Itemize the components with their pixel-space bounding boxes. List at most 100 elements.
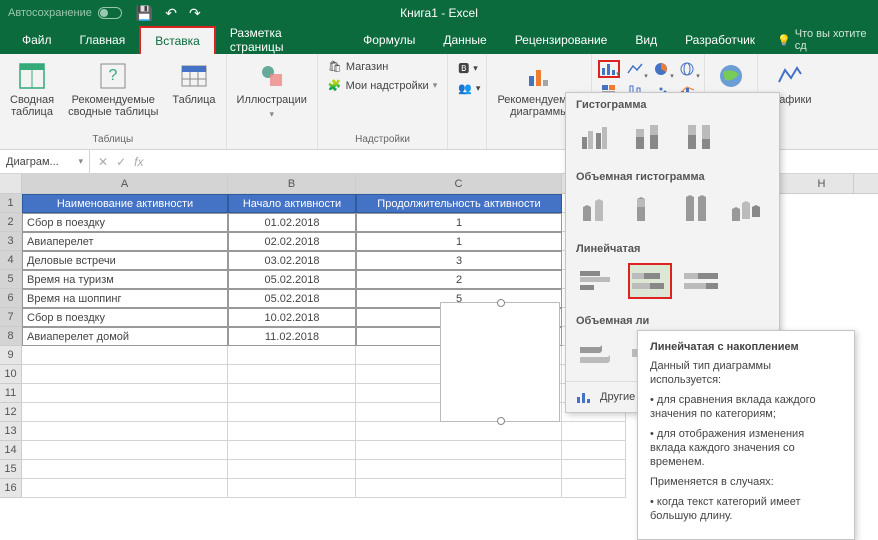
chart-object[interactable] xyxy=(440,302,560,422)
enter-icon[interactable]: ✓ xyxy=(116,155,126,169)
section-histogram: Гистограмма xyxy=(566,93,779,115)
group-label-tables: Таблицы xyxy=(6,132,220,147)
chevron-down-icon: ▾ xyxy=(433,80,438,91)
data-cell[interactable]: 1 xyxy=(356,232,562,251)
data-cell[interactable]: Время на туризм xyxy=(22,270,228,289)
row-header[interactable]: 16 xyxy=(0,479,22,498)
row-header[interactable]: 2 xyxy=(0,213,22,232)
undo-icon[interactable]: ↶ xyxy=(165,5,177,22)
row-header[interactable]: 10 xyxy=(0,365,22,384)
stacked-column-option[interactable] xyxy=(628,119,672,155)
tab-view[interactable]: Вид xyxy=(621,26,671,54)
data-cell[interactable]: Сбор в поездку xyxy=(22,213,228,232)
name-box[interactable]: Диаграм... ▾ xyxy=(0,150,90,173)
quick-access-toolbar: 💾 ↶ ↷ xyxy=(136,5,201,22)
bing-maps-button[interactable]: 🅱▾ xyxy=(454,58,484,78)
data-cell[interactable]: 03.02.2018 xyxy=(228,251,356,270)
data-cell[interactable]: 11.02.2018 xyxy=(228,327,356,346)
data-cell[interactable]: 05.02.2018 xyxy=(228,289,356,308)
illustrations-button[interactable]: Иллюстрации ▾ xyxy=(233,58,311,122)
data-cell[interactable]: Сбор в поездку xyxy=(22,308,228,327)
row-header[interactable]: 8 xyxy=(0,327,22,346)
col-header-b[interactable]: B xyxy=(228,174,356,193)
bing-icon: 🅱 xyxy=(458,60,469,76)
tab-developer[interactable]: Разработчик xyxy=(671,26,769,54)
save-icon[interactable]: 💾 xyxy=(136,5,153,22)
row-header[interactable]: 6 xyxy=(0,289,22,308)
3d-map-icon xyxy=(715,60,747,92)
col-header-h[interactable]: H xyxy=(790,174,854,193)
row-header[interactable]: 5 xyxy=(0,270,22,289)
data-cell[interactable]: 1 xyxy=(356,213,562,232)
stacked100-column-option[interactable] xyxy=(680,119,724,155)
fx-icon[interactable]: fx xyxy=(134,155,143,169)
tab-file[interactable]: Файл xyxy=(8,26,66,54)
3d-column-option[interactable] xyxy=(727,191,769,227)
row-header[interactable]: 14 xyxy=(0,441,22,460)
row-header[interactable]: 1 xyxy=(0,194,22,213)
chart-tooltip: Линейчатая с накоплением Данный тип диаг… xyxy=(637,330,855,540)
col-header-a[interactable]: A xyxy=(22,174,228,193)
autosave-label: Автосохранение xyxy=(8,7,92,19)
table-button[interactable]: Таблица xyxy=(168,58,219,108)
tab-data[interactable]: Данные xyxy=(429,26,500,54)
tab-formulas[interactable]: Формулы xyxy=(349,26,429,54)
select-all-corner[interactable] xyxy=(0,174,22,193)
pivot-table-button[interactable]: Сводная таблица xyxy=(6,58,58,120)
line-chart-button[interactable]: ▾ xyxy=(624,60,646,78)
people-graph-button[interactable]: 👥▾ xyxy=(454,80,484,97)
tab-review[interactable]: Рецензирование xyxy=(501,26,622,54)
header-cell[interactable]: Продолжительность активности xyxy=(356,194,562,213)
data-cell[interactable]: 10.02.2018 xyxy=(228,308,356,327)
data-cell[interactable]: 02.02.2018 xyxy=(228,232,356,251)
3d-stacked-column-option[interactable] xyxy=(626,191,668,227)
data-cell[interactable]: 3 xyxy=(356,251,562,270)
3d-clustered-bar-option[interactable] xyxy=(576,335,620,371)
data-cell[interactable]: 01.02.2018 xyxy=(228,213,356,232)
row-header[interactable]: 13 xyxy=(0,422,22,441)
section-3d-histogram: Объемная гистограмма xyxy=(566,165,779,187)
data-cell[interactable]: Авиаперелет xyxy=(22,232,228,251)
col-header-c[interactable]: C xyxy=(356,174,562,193)
pie-chart-button[interactable]: ▾ xyxy=(650,60,672,78)
redo-icon[interactable]: ↷ xyxy=(189,5,201,22)
title-bar: Автосохранение 💾 ↶ ↷ Книга1 - Excel xyxy=(0,0,878,26)
stacked-bar-option[interactable] xyxy=(628,263,672,299)
map-chart-button[interactable]: ▾ xyxy=(676,60,698,78)
chevron-down-icon[interactable]: ▾ xyxy=(78,156,83,167)
row-header[interactable]: 7 xyxy=(0,308,22,327)
recommended-pivot-button[interactable]: ? Рекомендуемые сводные таблицы xyxy=(64,58,162,120)
section-bar: Линейчатая xyxy=(566,237,779,259)
row-header[interactable]: 4 xyxy=(0,251,22,270)
toggle-switch-icon[interactable] xyxy=(98,7,122,19)
column-chart-button[interactable]: ▾ xyxy=(598,60,620,78)
data-cell[interactable]: Время на шоппинг xyxy=(22,289,228,308)
tell-me[interactable]: 💡 Что вы хотите сд xyxy=(777,26,878,54)
data-cell[interactable]: 2 xyxy=(356,270,562,289)
tab-layout[interactable]: Разметка страницы xyxy=(216,26,349,54)
tab-home[interactable]: Главная xyxy=(66,26,140,54)
my-addins-button[interactable]: 🧩 Мои надстройки ▾ xyxy=(324,77,441,94)
data-cell[interactable]: Авиаперелет домой xyxy=(22,327,228,346)
autosave-toggle[interactable]: Автосохранение xyxy=(8,7,122,19)
3d-stacked100-column-option[interactable] xyxy=(677,191,719,227)
header-cell[interactable]: Начало активности xyxy=(228,194,356,213)
store-button[interactable]: 🛍 Магазин xyxy=(324,58,441,75)
stacked100-bar-option[interactable] xyxy=(680,263,724,299)
clustered-column-option[interactable] xyxy=(576,119,620,155)
data-cell[interactable]: Деловые встречи xyxy=(22,251,228,270)
table-icon xyxy=(178,60,210,92)
header-cell[interactable]: Наименование активности xyxy=(22,194,228,213)
cancel-icon[interactable]: ✕ xyxy=(98,155,108,169)
3d-clustered-column-option[interactable] xyxy=(576,191,618,227)
row-header[interactable]: 11 xyxy=(0,384,22,403)
row-header[interactable]: 12 xyxy=(0,403,22,422)
row-header[interactable]: 9 xyxy=(0,346,22,365)
recommended-pivot-icon: ? xyxy=(97,60,129,92)
row-header[interactable]: 15 xyxy=(0,460,22,479)
clustered-bar-option[interactable] xyxy=(576,263,620,299)
data-cell[interactable]: 05.02.2018 xyxy=(228,270,356,289)
row-header[interactable]: 3 xyxy=(0,232,22,251)
people-icon: 👥 xyxy=(458,82,472,95)
tab-insert[interactable]: Вставка xyxy=(139,26,216,54)
